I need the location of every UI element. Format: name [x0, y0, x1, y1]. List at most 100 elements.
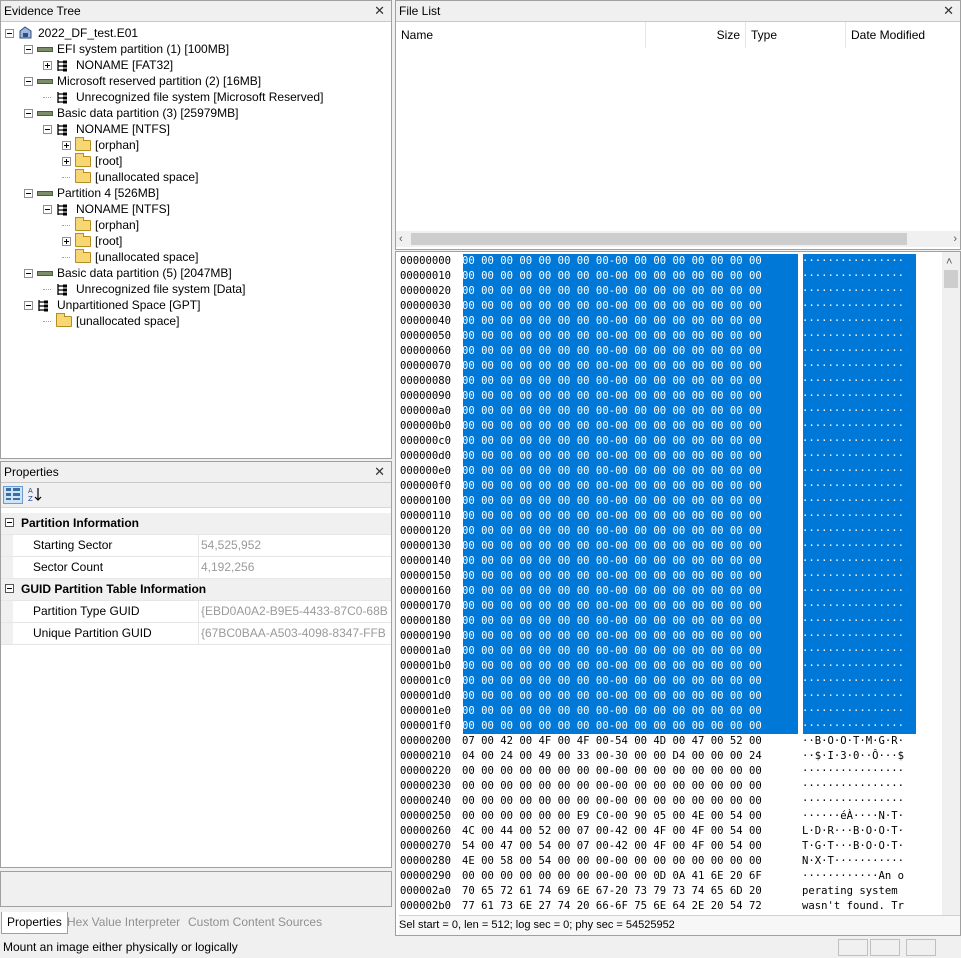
collapse-icon[interactable] [24, 77, 33, 86]
expand-icon[interactable] [43, 61, 52, 70]
tree-node-orphan-folder[interactable]: [orphan] [1, 137, 391, 153]
collapse-icon[interactable] [43, 125, 52, 134]
hex-view[interactable]: 00000000 00 00 00 00 00 00 00 00-00 00 00… [396, 252, 942, 917]
tree-node-data-filesystem[interactable]: Unrecognized file system [Data] [1, 281, 391, 297]
close-icon[interactable]: ✕ [943, 1, 954, 21]
tree-node-msr-filesystem[interactable]: Unrecognized file system [Microsoft Rese… [1, 89, 391, 105]
tree-node-unallocated-folder[interactable]: [unallocated space] [1, 169, 391, 185]
tree-node-unallocated-folder[interactable]: [unallocated space] [1, 313, 391, 329]
hex-offset: 00000260 [400, 825, 452, 837]
hex-offset: 00000220 [400, 765, 452, 777]
collapse-icon[interactable] [43, 205, 52, 214]
collapse-icon[interactable] [24, 269, 33, 278]
scrollbar-thumb[interactable] [944, 270, 958, 288]
tree-node-evidence-root[interactable]: 2022_DF_test.E01 [1, 25, 391, 41]
hex-offset: 00000030 [400, 300, 452, 312]
hex-bytes: 00 00 00 00 00 00 00 00-00 00 00 00 00 0… [462, 660, 762, 672]
collapse-icon[interactable] [5, 518, 14, 527]
hex-bytes: 54 00 47 00 54 00 07 00-42 00 4F 00 4F 0… [462, 840, 762, 852]
vertical-scrollbar[interactable]: ˄ [942, 252, 960, 915]
tree-node-label: [root] [95, 234, 123, 248]
scrollbar-thumb[interactable] [411, 233, 907, 245]
tree-node-ntfs-volume[interactable]: NONAME [NTFS] [1, 121, 391, 137]
tree-node-root-folder[interactable]: [root] [1, 233, 391, 249]
collapse-icon[interactable] [24, 45, 33, 54]
tree-node-label: NONAME [NTFS] [76, 202, 171, 216]
tree-node-partition-4[interactable]: Partition 4 [526MB] [1, 185, 391, 201]
horizontal-scrollbar[interactable]: ‹ › [396, 231, 960, 247]
tree-node-unpartitioned-space[interactable]: Unpartitioned Space [GPT] [1, 297, 391, 313]
tree-node-ntfs-volume[interactable]: NONAME [NTFS] [1, 201, 391, 217]
tree-node-root-folder[interactable]: [root] [1, 153, 391, 169]
close-icon[interactable]: ✕ [374, 1, 385, 21]
hex-bytes: 00 00 00 00 00 00 00 00-00 00 00 00 00 0… [462, 555, 762, 567]
hex-ascii: ················ [802, 675, 905, 687]
chevron-up-icon[interactable]: ˄ [946, 254, 952, 270]
folder-icon [75, 217, 91, 231]
tree-node-basic-data-partition-3[interactable]: Basic data partition (3) [25979MB] [1, 105, 391, 121]
tree-connector [43, 289, 51, 290]
partition-icon [37, 47, 53, 52]
collapse-icon[interactable] [5, 584, 14, 593]
property-row-sector-count[interactable]: Sector Count 4,192,256 [1, 557, 391, 579]
expand-icon[interactable] [62, 157, 71, 166]
property-row-partition-type-guid[interactable]: Partition Type GUID {EBD0A0A2-B9E5-4433-… [1, 601, 391, 623]
hex-ascii: ················ [802, 465, 905, 477]
hex-ascii: ················ [802, 600, 905, 612]
tree-node-basic-data-partition-5[interactable]: Basic data partition (5) [2047MB] [1, 265, 391, 281]
hex-offset: 00000120 [400, 525, 452, 537]
property-row-starting-sector[interactable]: Starting Sector 54,525,952 [1, 535, 391, 557]
hex-offset: 000000c0 [400, 435, 452, 447]
tree-node-fat32-volume[interactable]: NONAME [FAT32] [1, 57, 391, 73]
hex-ascii: ················ [802, 255, 905, 267]
hex-bytes: 00 00 00 00 00 00 00 00-00 00 0D 0A 41 6… [462, 870, 762, 882]
hex-bytes: 00 00 00 00 00 00 00 00-00 00 00 00 00 0… [462, 495, 762, 507]
column-type[interactable]: Type [746, 22, 846, 48]
categorized-view-icon[interactable] [3, 486, 23, 504]
hex-offset: 00000230 [400, 780, 452, 792]
file-system-icon [56, 59, 68, 72]
hex-bytes: 00 00 00 00 00 00 00 00-00 00 00 00 00 0… [462, 540, 762, 552]
hex-ascii: perating system [802, 885, 905, 897]
column-name[interactable]: Name [396, 22, 646, 48]
collapse-icon[interactable] [5, 29, 14, 38]
hex-offset: 00000170 [400, 600, 452, 612]
sort-alphabetical-icon[interactable]: AZ [25, 486, 45, 504]
hex-bytes: 4C 00 44 00 52 00 07 00-42 00 4F 00 4F 0… [462, 825, 762, 837]
hex-offset: 000002b0 [400, 900, 452, 912]
hex-ascii: ··$·I·3·0··Ô···$ [802, 750, 905, 762]
column-date-modified[interactable]: Date Modified [846, 22, 960, 48]
properties-title: Properties [4, 465, 59, 479]
tab-properties[interactable]: Properties [1, 912, 68, 934]
hex-ascii: ················ [802, 345, 905, 357]
chevron-left-icon[interactable]: ‹ [399, 231, 403, 247]
category-guid-partition-table[interactable]: GUID Partition Table Information [1, 579, 391, 601]
category-partition-information[interactable]: Partition Information [1, 513, 391, 535]
chevron-right-icon[interactable]: › [953, 231, 957, 247]
file-system-icon [37, 299, 49, 312]
tree-node-msr-partition[interactable]: Microsoft reserved partition (2) [16MB] [1, 73, 391, 89]
close-icon[interactable]: ✕ [374, 462, 385, 482]
svg-text:A: A [28, 487, 33, 495]
hex-offset: 00000060 [400, 345, 452, 357]
tree-node-orphan-folder[interactable]: [orphan] [1, 217, 391, 233]
tree-node-efi-partition[interactable]: EFI system partition (1) [100MB] [1, 41, 391, 57]
tree-node-label: Unpartitioned Space [GPT] [57, 298, 201, 312]
collapse-icon[interactable] [24, 189, 33, 198]
expand-icon[interactable] [62, 141, 71, 150]
tree-node-unallocated-folder[interactable]: [unallocated space] [1, 249, 391, 265]
collapse-icon[interactable] [24, 301, 33, 310]
property-row-unique-partition-guid[interactable]: Unique Partition GUID {67BC0BAA-A503-409… [1, 623, 391, 645]
hex-offset: 000000d0 [400, 450, 452, 462]
hex-offset: 00000070 [400, 360, 452, 372]
tab-hex-value-interpreter[interactable]: Hex Value Interpreter [62, 912, 185, 933]
collapse-icon[interactable] [24, 109, 33, 118]
hex-bytes: 00 00 00 00 00 00 00 00-00 00 00 00 00 0… [462, 330, 762, 342]
expand-icon[interactable] [62, 237, 71, 246]
tab-custom-content-sources[interactable]: Custom Content Sources [183, 912, 327, 933]
bottom-tabs: Properties Hex Value Interpreter Custom … [0, 910, 392, 935]
tree-connector [43, 97, 51, 98]
hex-ascii: ················ [802, 420, 905, 432]
column-size[interactable]: Size [646, 22, 746, 48]
tree-connector [62, 225, 70, 226]
